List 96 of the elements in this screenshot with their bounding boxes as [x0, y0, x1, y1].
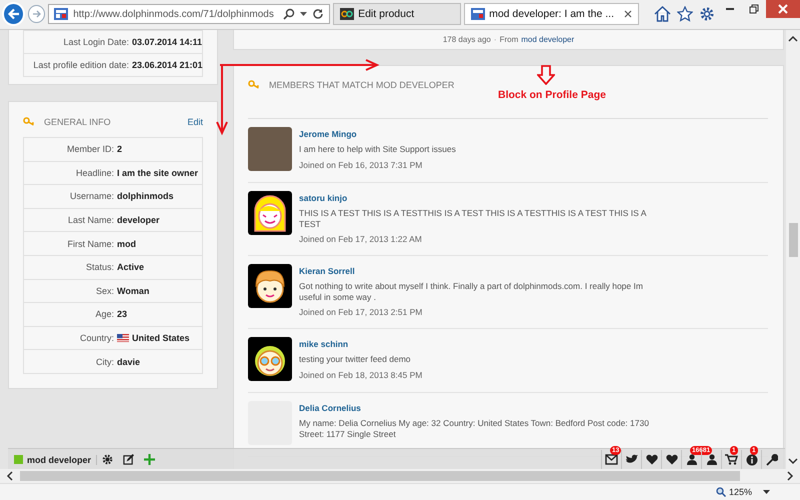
status-square [14, 455, 23, 464]
zoom-level[interactable]: 125% [728, 487, 760, 498]
join-date: Joined on Feb 17, 2013 2:51 PM [299, 307, 424, 318]
field-value: developer [117, 215, 160, 226]
wrench-icon[interactable] [766, 454, 778, 466]
edit-icon[interactable] [123, 454, 134, 466]
user-link[interactable]: mod developer [27, 454, 98, 465]
site-icon [54, 8, 68, 20]
member-description: My name: Delia Cornelius My age: 32 Country: United States Town: Bedford Post code: 1730 Street: 1177 Single Street [299, 418, 650, 440]
scroll-down-icon[interactable] [788, 456, 798, 465]
settings-icon[interactable] [699, 6, 715, 22]
heart-icon[interactable] [646, 454, 658, 466]
bird-icon[interactable] [625, 454, 638, 466]
heart-icon[interactable] [666, 454, 678, 466]
search-icon[interactable] [283, 8, 296, 20]
dropdown-icon[interactable] [300, 12, 308, 17]
member-name-link[interactable]: Jerome Mingo [299, 128, 659, 139]
member-description: Got nothing to write about myself I think. Finally a part of dolphinmods.com. I really hope Im useful in some way . [299, 281, 644, 302]
close-icon [778, 4, 788, 14]
section-title: MEMBERS THAT MATCH MOD DEVELOPER [269, 80, 454, 90]
annotation-arrow [537, 64, 555, 85]
avatar-drawing[interactable] [248, 264, 292, 308]
mail-icon[interactable] [605, 454, 618, 466]
minimize-icon [726, 8, 734, 10]
site-icon [471, 8, 486, 20]
cart-icon[interactable] [725, 454, 738, 466]
field-label: City: [95, 356, 115, 367]
field-value: dolphinmods [117, 191, 174, 202]
person-icon[interactable] [686, 454, 698, 466]
field-label: Last Login Date: [62, 36, 130, 47]
info-icon[interactable] [746, 454, 758, 466]
member-name-link[interactable]: Delia Cornelius [299, 403, 659, 414]
field-label: Country: [78, 332, 115, 343]
close-icon[interactable] [624, 10, 632, 18]
member-description: testing your twitter feed demo [299, 354, 412, 366]
join-date: Joined on Feb 17, 2013 1:22 AM [299, 234, 423, 244]
member-name-link[interactable]: satoru kinjo [299, 192, 659, 203]
field-value: Active [117, 262, 144, 272]
field-label: Last Name: [66, 215, 115, 226]
field-label: Headline: [74, 168, 115, 178]
browser-tab[interactable]: mod developer: I am the ... [464, 3, 639, 26]
join-date: Joined on Feb 18, 2013 8:45 PM [299, 370, 424, 380]
member-name-link[interactable]: Kieran Sorrell [299, 266, 659, 276]
scroll-right-icon[interactable] [786, 471, 794, 482]
field-value: 2 [117, 144, 122, 154]
author-link[interactable]: mod developer [521, 34, 574, 44]
back-arrow-icon [6, 7, 20, 22]
key-icon [23, 117, 36, 126]
forward-arrow-icon [32, 9, 42, 20]
site-icon [340, 8, 354, 20]
scroll-up-icon[interactable] [788, 34, 798, 43]
section-title: GENERAL INFO [44, 116, 111, 127]
edit-link[interactable]: Edit [187, 116, 203, 127]
horizontal-scrollbar[interactable] [0, 469, 800, 484]
field-label: Status: [84, 262, 115, 272]
field-label: First Name: [66, 238, 115, 249]
from-label: From [500, 34, 518, 44]
field-value: 23.06.2014 21:01 [132, 60, 203, 70]
key-icon [248, 80, 261, 89]
url-text: http://www.dolphinmods.com/71/dolphinmods [73, 8, 275, 20]
field-label: Username: [68, 191, 115, 202]
refresh-icon[interactable] [312, 8, 324, 20]
field-label: Age: [94, 309, 115, 320]
avatar-drawing[interactable] [248, 190, 292, 235]
field-value: 03.07.2014 14:11 [132, 36, 202, 47]
close-button[interactable] [766, 0, 800, 18]
dropdown-icon[interactable] [763, 490, 770, 495]
field-label: Member ID: [66, 144, 115, 154]
scroll-thumb[interactable] [788, 222, 798, 257]
zoom-icon [716, 487, 726, 498]
field-value: Woman [117, 286, 150, 296]
member-description: I am here to help with Site Support issues [299, 144, 457, 155]
field-value: United States [132, 332, 190, 343]
home-icon[interactable] [654, 6, 671, 22]
address-bar[interactable]: http://www.dolphinmods.com/71/dolphinmods [48, 4, 330, 24]
field-value: mod [117, 238, 136, 249]
separator-dot: · [494, 34, 497, 44]
person-icon[interactable] [706, 454, 718, 466]
member-name-link[interactable]: mike schinn [299, 339, 659, 350]
settings-icon[interactable] [102, 454, 114, 466]
avatar-drawing[interactable] [248, 337, 292, 382]
field-value: davie [117, 356, 140, 367]
star-icon[interactable] [677, 6, 693, 22]
browser-tab[interactable]: Edit product [333, 3, 462, 26]
member-description: THIS IS A TEST THIS IS A TESTTHIS IS A TEST THIS IS A TESTTHIS IS A TEST THIS IS A TEST [299, 208, 648, 230]
timestamp: 178 days ago [442, 34, 491, 44]
field-value: I am the site owner [117, 168, 198, 178]
join-date: Joined on Feb 16, 2013 7:31 PM [299, 160, 424, 170]
field-value: 23 [117, 309, 128, 320]
field-label: Last profile edition date: [32, 60, 130, 70]
restore-icon [749, 4, 759, 14]
annotation-text: Block on Profile Page [498, 88, 606, 101]
field-label: Sex: [94, 286, 115, 296]
vertical-scrollbar[interactable] [786, 30, 800, 470]
back-button[interactable] [2, 2, 25, 26]
scroll-left-icon[interactable] [6, 471, 14, 482]
